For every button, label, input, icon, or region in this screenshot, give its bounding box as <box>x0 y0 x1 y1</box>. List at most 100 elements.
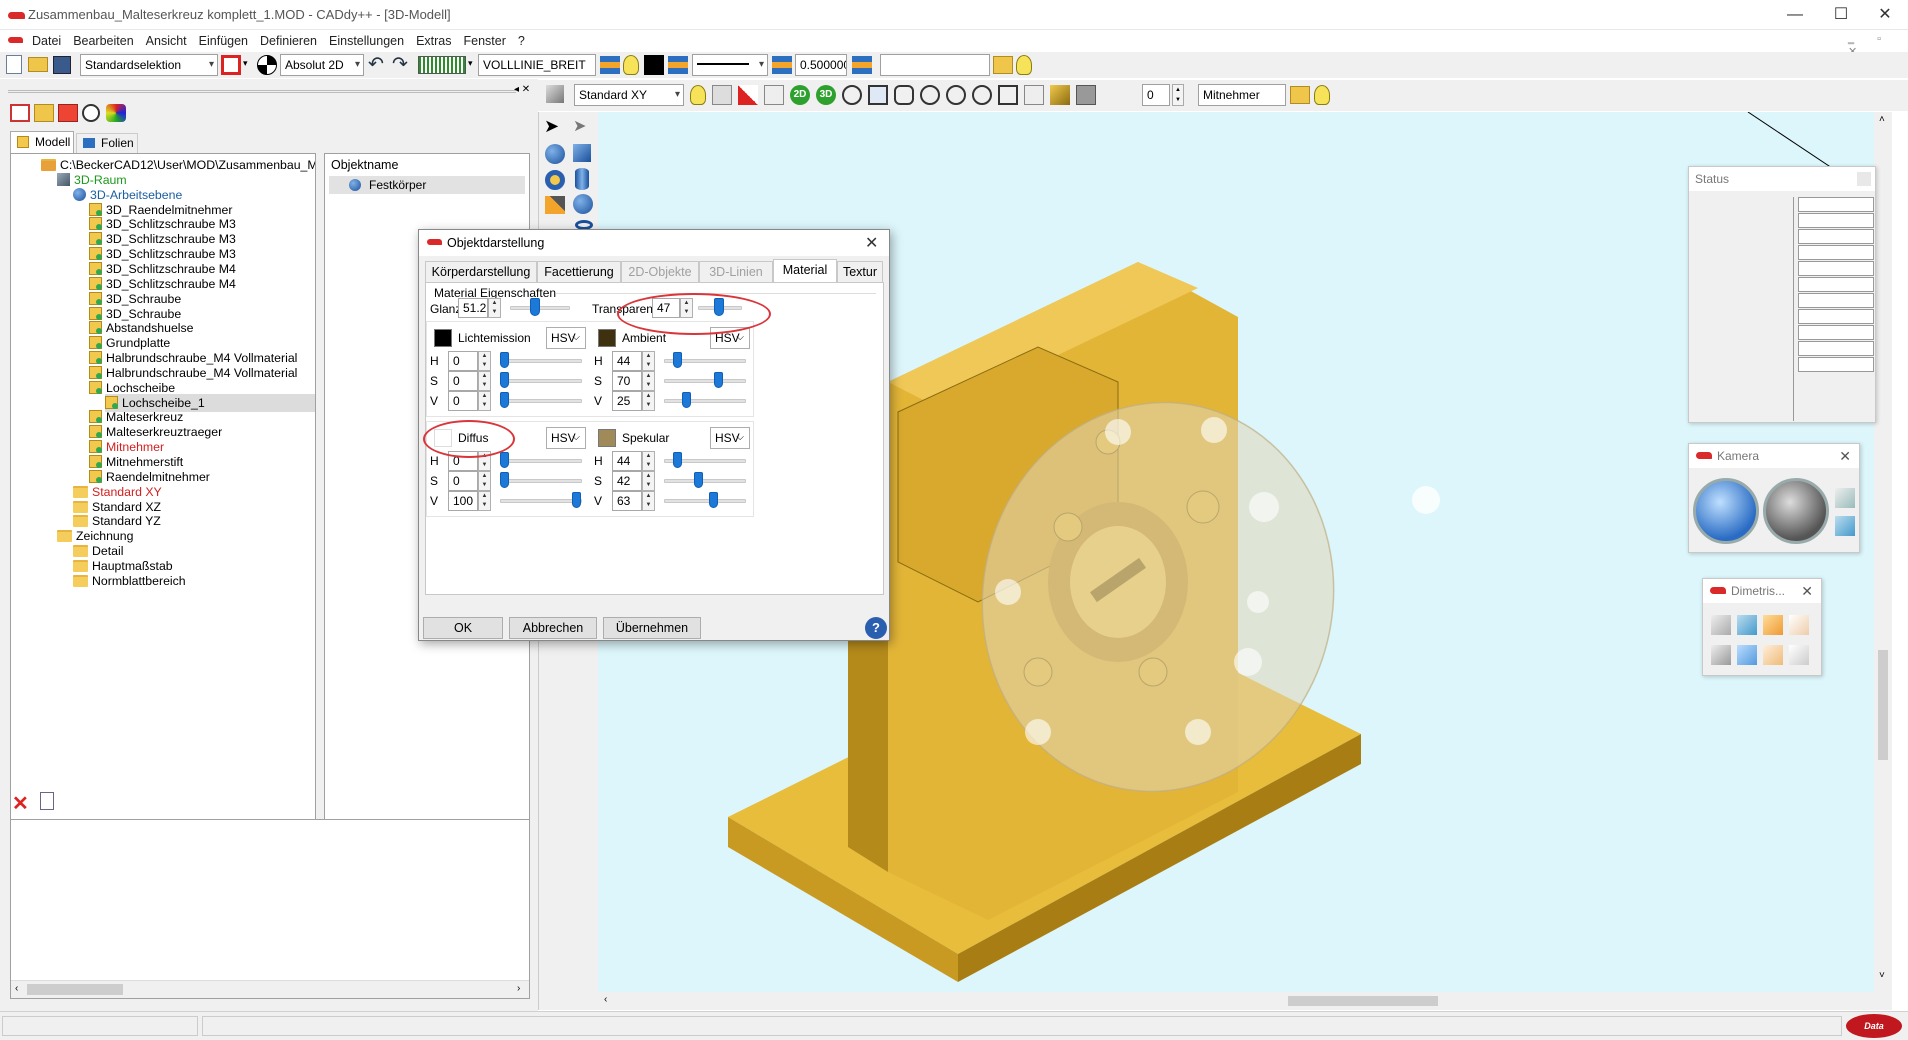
cylinder-icon[interactable] <box>575 168 589 190</box>
dropdown-arrow-icon[interactable]: ▾ <box>468 58 473 69</box>
view-cube-icon[interactable] <box>1789 615 1809 635</box>
ball-icon[interactable] <box>573 194 593 214</box>
glanz-spinner[interactable]: ▲ ▼ <box>488 298 501 318</box>
layer-manager-icon[interactable] <box>1290 86 1310 104</box>
redo-icon[interactable]: ↷ <box>392 53 408 76</box>
kamera-close-icon[interactable]: ✕ <box>1839 444 1851 468</box>
minimize-icon[interactable]: — <box>1772 0 1818 30</box>
scroll-left-icon[interactable]: ‹ <box>604 994 607 1005</box>
plane-icon[interactable] <box>712 85 732 105</box>
layer-stack-icon[interactable] <box>600 56 620 74</box>
view-cube-icon[interactable] <box>1711 615 1731 635</box>
panel-pin-icon[interactable]: ◂ ✕ <box>514 84 530 95</box>
camera-cube-icon[interactable] <box>1835 488 1855 508</box>
view-cube-icon[interactable] <box>1711 645 1731 665</box>
zoom-fit-icon[interactable] <box>998 85 1018 105</box>
undo-icon[interactable]: ↶ <box>368 53 384 76</box>
view-cube-icon[interactable] <box>1763 645 1783 665</box>
view-cube-icon[interactable] <box>1763 615 1783 635</box>
number-spinner[interactable]: ▲ ▼ <box>1172 84 1184 106</box>
box-icon[interactable] <box>573 144 591 162</box>
menu-item-4[interactable]: Definieren <box>254 31 323 51</box>
view-3d-icon[interactable]: 3D <box>816 85 836 105</box>
viewport-vscrollbar[interactable]: ˄ ˅ <box>1874 112 1892 1010</box>
pointer-alt-icon[interactable]: ➤ <box>573 116 586 136</box>
color-gray-icon[interactable] <box>1076 85 1096 105</box>
objektdarstellung-dialog[interactable]: Objektdarstellung ✕ Körperdarstellung Fa… <box>418 229 890 641</box>
coord-mode-select[interactable]: Absolut 2D ▾ <box>280 54 364 76</box>
number-field[interactable]: 0 <box>1142 84 1170 106</box>
torus-icon[interactable] <box>545 170 565 190</box>
tab-facettierung[interactable]: Facettierung <box>537 261 621 283</box>
grid-icon[interactable] <box>418 56 466 74</box>
tab-textur[interactable]: Textur <box>837 261 883 283</box>
menu-item-1[interactable]: Bearbeiten <box>67 31 139 51</box>
dropdown-arrow-icon[interactable]: ▾ <box>243 58 248 69</box>
color-red-icon[interactable] <box>221 55 241 75</box>
view-cube-icon[interactable] <box>546 85 564 103</box>
menu-item-6[interactable]: Extras <box>410 31 457 51</box>
pencil-icon[interactable] <box>545 196 565 214</box>
dimetric-window[interactable]: Dimetris... ✕ <box>1702 578 1822 676</box>
menu-item-7[interactable]: Fenster <box>458 31 512 51</box>
camera-globe-blue-icon[interactable] <box>1693 478 1759 544</box>
search-icon[interactable] <box>82 104 100 122</box>
lightbulb-icon[interactable] <box>1314 85 1330 105</box>
pan-hand-icon[interactable] <box>894 85 914 105</box>
menu-item-3[interactable]: Einfügen <box>193 31 254 51</box>
view-cube-icon[interactable] <box>1789 645 1809 665</box>
view-cube-icon[interactable] <box>1737 615 1757 635</box>
delete-x-icon[interactable]: ✕ <box>12 791 29 816</box>
view-cube-icon[interactable] <box>1737 645 1757 665</box>
scroll-up-icon[interactable]: ˄ <box>1879 114 1885 125</box>
render-box-icon[interactable] <box>1050 85 1070 105</box>
selection-mode-select[interactable]: Standardselektion ▾ <box>80 54 218 76</box>
linetype-field[interactable]: VOLLLINIE_BREIT <box>478 54 596 76</box>
properties-panel[interactable]: ‹ › <box>10 819 530 999</box>
glanz-input[interactable]: 51.2 <box>458 298 488 318</box>
layer-field[interactable] <box>880 54 990 76</box>
tree-refresh-icon[interactable] <box>10 104 30 122</box>
close-icon[interactable]: ✕ <box>1862 0 1908 30</box>
coordinate-icon[interactable] <box>257 55 277 75</box>
save-icon[interactable] <box>53 56 71 74</box>
orbit-icon[interactable] <box>842 85 862 105</box>
palette-icon[interactable] <box>106 104 126 122</box>
lightbulb-icon[interactable] <box>623 55 639 75</box>
zoom-window-icon[interactable] <box>868 85 888 105</box>
clipboard-icon[interactable] <box>40 792 54 810</box>
new-file-icon[interactable] <box>6 55 22 74</box>
zoom-in-icon[interactable] <box>920 85 940 105</box>
line-style-select[interactable]: ▾ <box>692 54 768 76</box>
panel-grip[interactable] <box>8 90 516 93</box>
view-2d-icon[interactable]: 2D <box>790 85 810 105</box>
viewport-hscrollbar[interactable]: ‹ <box>598 992 1874 1010</box>
kamera-window[interactable]: Kamera ✕ <box>1688 443 1860 553</box>
scroll-thumb[interactable] <box>1288 996 1438 1006</box>
open-file-icon[interactable] <box>28 57 48 72</box>
zoom-out-icon[interactable] <box>946 85 966 105</box>
lightbulb-icon[interactable] <box>1016 55 1032 75</box>
tab-folien[interactable]: Folien <box>76 133 138 153</box>
layer-manager-icon[interactable] <box>993 56 1013 74</box>
tab-3d-linien[interactable]: 3D-Linien <box>699 261 773 283</box>
scroll-left-icon[interactable]: ‹ <box>15 983 18 994</box>
tab-material[interactable]: Material <box>773 259 837 284</box>
view-tools-icons[interactable]: 2D 3D <box>690 85 1110 105</box>
help-icon[interactable]: ? <box>865 617 887 639</box>
zoom-all-icon[interactable] <box>972 85 992 105</box>
scroll-thumb[interactable] <box>27 984 123 995</box>
scroll-down-icon[interactable]: ˅ <box>1879 970 1885 981</box>
view-plane-select[interactable]: Standard XY ▾ <box>574 84 684 106</box>
glanz-slider-thumb[interactable] <box>529 298 540 316</box>
properties-hscrollbar[interactable]: ‹ › <box>11 980 529 998</box>
scroll-thumb[interactable] <box>1878 650 1888 760</box>
menu-item-0[interactable]: Datei <box>26 31 67 51</box>
status-close-icon[interactable] <box>1857 172 1871 186</box>
linewidth-field[interactable]: 0.500000 <box>795 54 847 76</box>
object-list-row[interactable]: Festkörper <box>329 176 525 194</box>
layer-stack-icon[interactable] <box>852 56 872 74</box>
pen-red-icon[interactable] <box>738 85 758 105</box>
edge-icon[interactable] <box>764 85 784 105</box>
maximize-icon[interactable]: ☐ <box>1818 0 1864 30</box>
